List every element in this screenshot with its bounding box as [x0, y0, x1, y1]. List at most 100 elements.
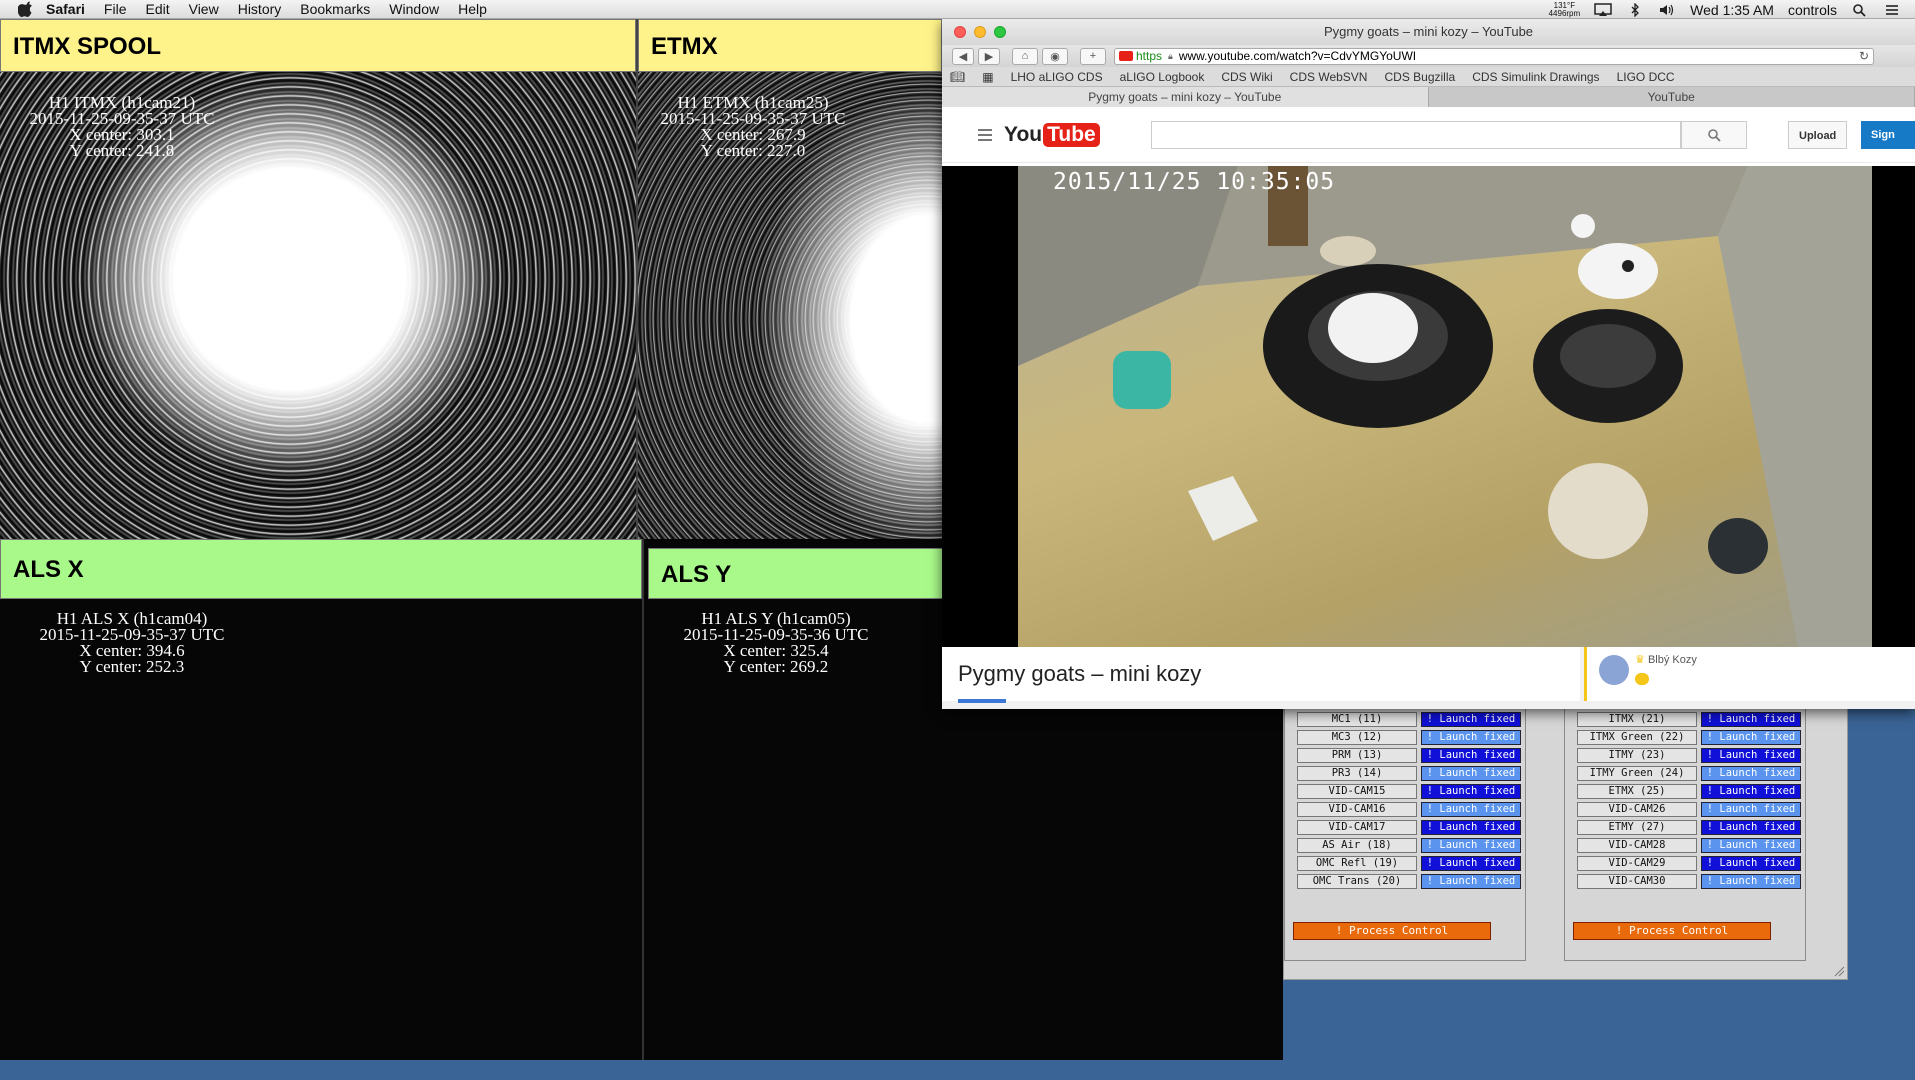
channel-card[interactable]: ♛ Blbý Kozy [1584, 647, 1915, 701]
temperature-widget[interactable]: 131°F 4496rpm [1548, 1, 1581, 18]
launch-fixed-button[interactable]: ! Launch fixed [1701, 784, 1801, 799]
camera-button[interactable]: VID-CAM15 [1297, 784, 1417, 799]
fan-speed-reading: 4496rpm [1548, 8, 1581, 18]
minimize-window-icon[interactable] [974, 26, 986, 38]
tab-youtube[interactable]: YouTube [1429, 87, 1915, 107]
menu-view[interactable]: View [189, 1, 219, 17]
bookmark-aligo-logbook[interactable]: aLIGO Logbook [1120, 70, 1205, 84]
menu-history[interactable]: History [238, 1, 282, 17]
spotlight-search-icon[interactable] [1851, 3, 1869, 17]
camera-button[interactable]: VID-CAM29 [1577, 856, 1697, 871]
camera-button[interactable]: PR3 (14) [1297, 766, 1417, 781]
process-control-button[interactable]: ! Process Control [1573, 922, 1771, 940]
reading-list-icon[interactable]: 📖︎ [950, 70, 965, 84]
launch-fixed-button[interactable]: ! Launch fixed [1421, 766, 1521, 781]
back-button[interactable]: ◀ [952, 47, 974, 65]
menu-window[interactable]: Window [389, 1, 439, 17]
channel-avatar[interactable] [1599, 655, 1629, 685]
resize-grip-icon[interactable] [1833, 965, 1845, 977]
launch-fixed-button[interactable]: ! Launch fixed [1421, 838, 1521, 853]
camera-control-window: MC1 (11) ! Launch fixed MC3 (12) ! Launch f… [1283, 690, 1848, 980]
bookmark-cds-simulink[interactable]: CDS Simulink Drawings [1472, 70, 1599, 84]
zoom-window-icon[interactable] [994, 26, 1006, 38]
camera-button[interactable]: VID-CAM26 [1577, 802, 1697, 817]
menu-bookmarks[interactable]: Bookmarks [300, 1, 370, 17]
menu-file[interactable]: File [104, 1, 127, 17]
back-arrow-icon: ◀ [958, 50, 968, 63]
close-window-icon[interactable] [954, 26, 966, 38]
menubar-clock[interactable]: Wed 1:35 AM [1690, 2, 1774, 18]
camera-button[interactable]: VID-CAM17 [1297, 820, 1417, 835]
itmx-camera-info: H1 ITMX (h1cam21) 2015-11-25-09-35-37 UT… [0, 94, 244, 160]
launch-fixed-button[interactable]: ! Launch fixed [1701, 874, 1801, 889]
camera-button[interactable]: MC1 (11) [1297, 712, 1417, 727]
sign-in-button[interactable]: Sign in [1861, 120, 1915, 169]
launch-fixed-button[interactable]: ! Launch fixed [1701, 838, 1801, 853]
top-sites-icon[interactable]: ▦ [982, 70, 993, 84]
notification-center-icon[interactable] [1883, 3, 1901, 17]
camera-button[interactable]: VID-CAM30 [1577, 874, 1697, 889]
lock-icon: 🔒︎ [1168, 50, 1173, 61]
forward-button[interactable]: ▶ [978, 47, 1000, 65]
volume-icon[interactable] [1658, 3, 1676, 17]
youtube-header: You Tube Upload Sign in [942, 107, 1915, 169]
launch-fixed-button[interactable]: ! Launch fixed [1701, 766, 1801, 781]
right-camera-row: ITMX Green (22) ! Launch fixed [1565, 730, 1807, 747]
upload-button[interactable]: Upload [1788, 120, 1848, 149]
camera-button[interactable]: ITMX Green (22) [1577, 730, 1697, 745]
camera-button[interactable]: ETMX (25) [1577, 784, 1697, 799]
address-bar[interactable]: https 🔒︎ www.youtube.com/watch?v=CdvYMGY… [1114, 47, 1874, 65]
launch-fixed-button[interactable]: ! Launch fixed [1701, 748, 1801, 763]
camera-button[interactable]: PRM (13) [1297, 748, 1417, 763]
launch-fixed-button[interactable]: ! Launch fixed [1421, 856, 1521, 871]
camera-button[interactable]: OMC Trans (20) [1297, 874, 1417, 889]
camera-button[interactable]: ITMX (21) [1577, 712, 1697, 727]
youtube-search-button[interactable] [1680, 120, 1747, 149]
apple-icon[interactable] [18, 1, 34, 17]
bookmark-ligo-dcc[interactable]: LIGO DCC [1617, 70, 1675, 84]
menubar-user[interactable]: controls [1788, 2, 1837, 18]
camera-button[interactable]: AS Air (18) [1297, 838, 1417, 853]
camera-button[interactable]: OMC Refl (19) [1297, 856, 1417, 871]
youtube-search-input[interactable] [1150, 120, 1681, 149]
launch-fixed-button[interactable]: ! Launch fixed [1421, 748, 1521, 763]
launch-fixed-button[interactable]: ! Launch fixed [1421, 784, 1521, 799]
launch-fixed-button[interactable]: ! Launch fixed [1701, 712, 1801, 727]
reload-icon[interactable]: ↻ [1859, 49, 1869, 63]
camera-button[interactable]: ETMY (27) [1577, 820, 1697, 835]
launch-fixed-button[interactable]: ! Launch fixed [1421, 820, 1521, 835]
launch-fixed-button[interactable]: ! Launch fixed [1421, 874, 1521, 889]
airplay-icon[interactable] [1594, 2, 1612, 17]
bookmark-lho-aligo-cds[interactable]: LHO aLIGO CDS [1011, 70, 1103, 84]
bookmark-cds-websvn[interactable]: CDS WebSVN [1290, 70, 1368, 84]
youtube-logo[interactable]: You Tube [1004, 122, 1100, 147]
extension-button[interactable]: ◉ [1042, 47, 1068, 65]
launch-fixed-button[interactable]: ! Launch fixed [1701, 856, 1801, 871]
camera-button[interactable]: ITMY (23) [1577, 748, 1697, 763]
camera-button[interactable]: VID-CAM28 [1577, 838, 1697, 853]
home-button[interactable]: ⌂ [1012, 47, 1038, 65]
itmx-y-center: Y center: 241.8 [69, 141, 175, 160]
menu-help[interactable]: Help [458, 1, 487, 17]
launch-fixed-button[interactable]: ! Launch fixed [1701, 730, 1801, 745]
launch-fixed-button[interactable]: ! Launch fixed [1701, 802, 1801, 817]
launch-fixed-button[interactable]: ! Launch fixed [1421, 802, 1521, 817]
tab-pygmy-goats[interactable]: Pygmy goats – mini kozy – YouTube [942, 87, 1429, 107]
video-frame[interactable]: 2015/11/25 10:35:05 [1018, 166, 1872, 647]
bookmark-cds-wiki[interactable]: CDS Wiki [1221, 70, 1272, 84]
menu-app[interactable]: Safari [46, 1, 85, 17]
camera-button[interactable]: MC3 (12) [1297, 730, 1417, 745]
menu-edit[interactable]: Edit [145, 1, 169, 17]
video-player[interactable]: 2015/11/25 10:35:05 [942, 166, 1915, 647]
bookmark-cds-bugzilla[interactable]: CDS Bugzilla [1384, 70, 1455, 84]
launch-fixed-button[interactable]: ! Launch fixed [1421, 730, 1521, 745]
hamburger-menu-icon[interactable] [978, 126, 992, 144]
bluetooth-icon[interactable] [1626, 2, 1644, 17]
new-tab-button[interactable]: + [1080, 47, 1106, 65]
camera-button[interactable]: VID-CAM16 [1297, 802, 1417, 817]
camera-button[interactable]: ITMY Green (24) [1577, 766, 1697, 781]
channel-name[interactable]: ♛ Blbý Kozy [1635, 653, 1697, 666]
launch-fixed-button[interactable]: ! Launch fixed [1701, 820, 1801, 835]
process-control-button[interactable]: ! Process Control [1293, 922, 1491, 940]
launch-fixed-button[interactable]: ! Launch fixed [1421, 712, 1521, 727]
